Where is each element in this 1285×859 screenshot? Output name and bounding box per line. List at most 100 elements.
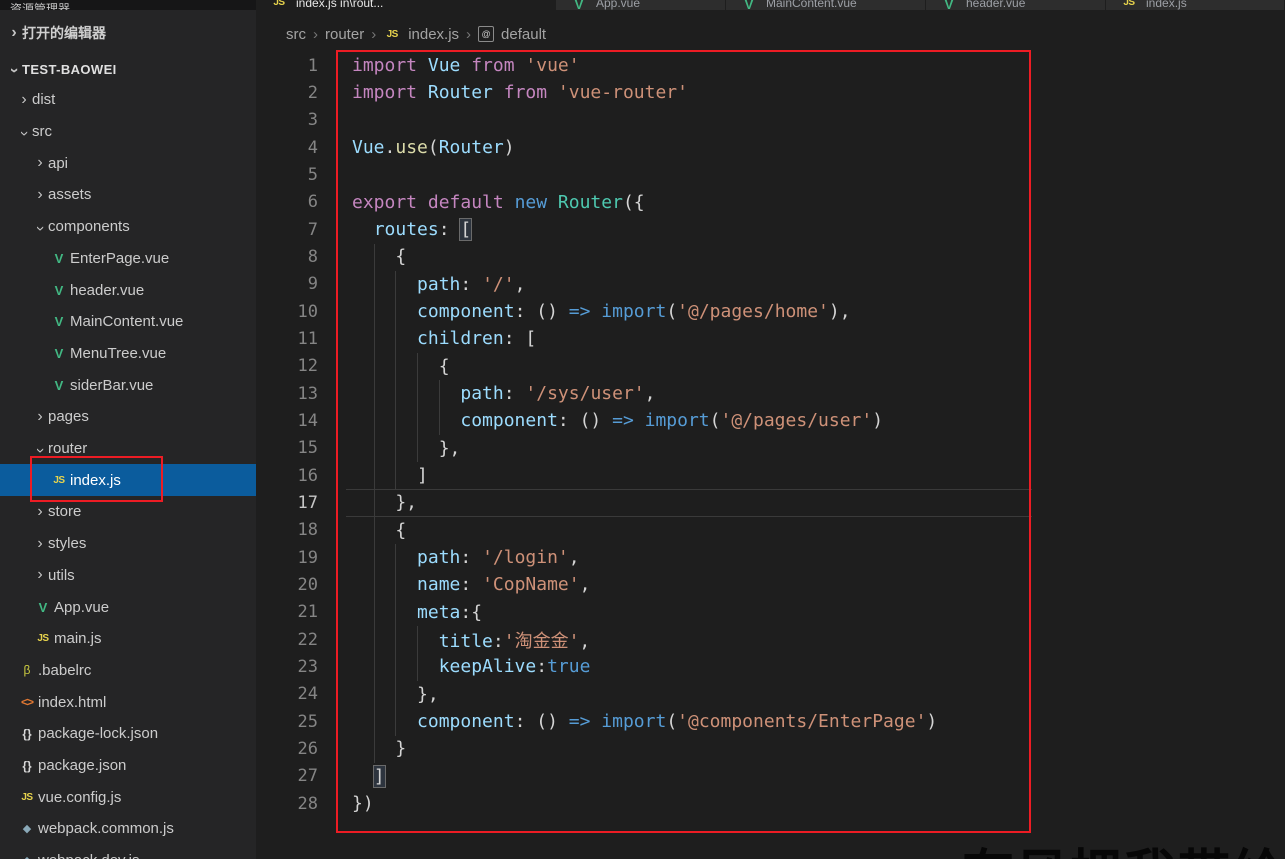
indent-guide [374,243,375,764]
tree-item-styles[interactable]: styles [0,528,256,560]
line-number[interactable]: 15 [256,438,318,458]
code-line-22[interactable]: 22 title:'淘金金', [256,626,1285,653]
tree-item-package-lock.json[interactable]: {} package-lock.json [0,718,256,750]
line-number[interactable]: 8 [256,247,318,267]
tree-item-utils[interactable]: utils [0,560,256,592]
editor-tab[interactable]: Vheader.vue [926,0,1106,10]
breadcrumb-item-default[interactable]: default [501,26,546,43]
code-line-3[interactable]: 3 [256,107,1285,134]
tree-item-dist[interactable]: dist [0,84,256,116]
tree-item-label: styles [48,535,87,553]
code-line-20[interactable]: 20 name: 'CopName', [256,571,1285,598]
code-line-2[interactable]: 2 import Router from 'vue-router' [256,79,1285,106]
code-line-19[interactable]: 19 path: '/login', [256,544,1285,571]
line-number[interactable]: 22 [256,630,318,650]
tree-item-vue.config.js[interactable]: JS vue.config.js [0,781,256,813]
editor-tab[interactable]: V MainContent.vue [726,0,926,10]
tree-item-App.vue[interactable]: V App.vue [0,591,256,623]
tab-label: App.vue [596,0,641,10]
code-line-27[interactable]: 27 ] [256,763,1285,790]
line-number[interactable]: 17 [256,493,318,513]
line-number[interactable]: 19 [256,548,318,568]
code-line-28[interactable]: 28}) [256,790,1285,817]
vue-icon: V [54,377,64,393]
code-line-23[interactable]: 23 keepAlive:true [256,653,1285,680]
line-number[interactable]: 4 [256,138,318,158]
line-number[interactable]: 2 [256,83,318,103]
editor-tab[interactable]: JS index.js in\rout... [256,0,556,10]
code-line-12[interactable]: 12 { [256,353,1285,380]
code-line-9[interactable]: 9 path: '/', [256,271,1285,298]
tree-item-MainContent.vue[interactable]: V MainContent.vue [0,306,256,338]
tree-item-assets[interactable]: assets [0,179,256,211]
line-number[interactable]: 20 [256,575,318,595]
code-line-13[interactable]: 13 path: '/sys/user', [256,380,1285,407]
tree-item-.babelrc[interactable]: β .babelrc [0,655,256,687]
code-line-24[interactable]: 24 }, [256,681,1285,708]
tree-item-pages[interactable]: pages [0,401,256,433]
tree-item-components[interactable]: components [0,211,256,243]
js-icon: JS [53,474,65,486]
code-line-11[interactable]: 11 children: [ [256,325,1285,352]
line-number[interactable]: 21 [256,602,318,622]
code-line-14[interactable]: 14 component: () => import('@/pages/user… [256,407,1285,434]
line-number[interactable]: 24 [256,684,318,704]
code-line-4[interactable]: 4 Vue.use(Router) [256,134,1285,161]
tree-item-siderBar.vue[interactable]: VsiderBar.vue [0,369,256,401]
tree-item-src[interactable]: src [0,116,256,148]
tree-item-index.js[interactable]: JS index.js [0,464,256,497]
code-line-16[interactable]: 16 ] [256,462,1285,489]
line-number[interactable]: 1 [256,56,318,76]
editor-tab[interactable]: JS index.js [1106,0,1285,10]
line-number[interactable]: 12 [256,356,318,376]
line-number[interactable]: 3 [256,110,318,130]
code-line-5[interactable]: 5 [256,161,1285,188]
line-number[interactable]: 26 [256,739,318,759]
code-line-1[interactable]: 1 import Vue from 'vue' [256,52,1285,79]
line-number[interactable]: 6 [256,192,318,212]
tree-item-MenuTree.vue[interactable]: V MenuTree.vue [0,338,256,370]
code-line-21[interactable]: 21 meta:{ [256,599,1285,626]
code-line-15[interactable]: 15 }, [256,435,1285,462]
tree-item-webpack.common.js[interactable]: ◆ webpack.common.js [0,813,256,845]
line-number[interactable]: 28 [256,794,318,814]
tree-item-main.js[interactable]: JS main.js [0,623,256,655]
tree-item-EnterPage.vue[interactable]: V EnterPage.vue [0,243,256,275]
tree-item-package.json[interactable]: {} package.json [0,750,256,782]
code-line-18[interactable]: 18 { [256,517,1285,544]
line-number[interactable]: 11 [256,329,318,349]
tree-item-header.vue[interactable]: Vheader.vue [0,274,256,306]
editor-tab[interactable]: V App.vue [556,0,726,10]
code-line-25[interactable]: 25 component: () => import('@components/… [256,708,1285,735]
line-number[interactable]: 25 [256,712,318,732]
code-line-26[interactable]: 26 } [256,735,1285,762]
code-line-7[interactable]: 7 routes: [ [256,216,1285,243]
line-number[interactable]: 13 [256,384,318,404]
line-number[interactable]: 23 [256,657,318,677]
indent-guide [417,626,418,682]
tree-item-label: index.html [38,693,107,711]
line-number[interactable]: 5 [256,165,318,185]
symbol-module-icon [478,26,495,42]
tree-item-index.html[interactable]: <> index.html [0,686,256,718]
tree-item-webpack.dev.js[interactable]: ◆webpack.dev.js [0,845,256,859]
line-number[interactable]: 9 [256,274,318,294]
tree-item-store[interactable]: store [0,496,256,528]
breadcrumb-item-indexjs[interactable]: index.js [408,26,459,43]
tree-item-api[interactable]: api [0,147,256,179]
code-line-17[interactable]: 17 }, [256,489,1285,516]
code-line-10[interactable]: 10 component: () => import('@/pages/home… [256,298,1285,325]
file-tree: dist src api assets components V EnterPage.vue… [0,10,256,859]
breadcrumb-item-router[interactable]: router [325,26,364,43]
code-line-8[interactable]: 8 { [256,243,1285,270]
line-number[interactable]: 27 [256,766,318,786]
tree-item-router[interactable]: router [0,433,256,465]
line-number[interactable]: 18 [256,520,318,540]
breadcrumb-item-src[interactable]: src [286,26,306,43]
line-number[interactable]: 7 [256,220,318,240]
tree-item-label: components [48,218,130,236]
line-number[interactable]: 14 [256,411,318,431]
line-number[interactable]: 16 [256,466,318,486]
line-number[interactable]: 10 [256,302,318,322]
code-line-6[interactable]: 6 export default new Router({ [256,189,1285,216]
